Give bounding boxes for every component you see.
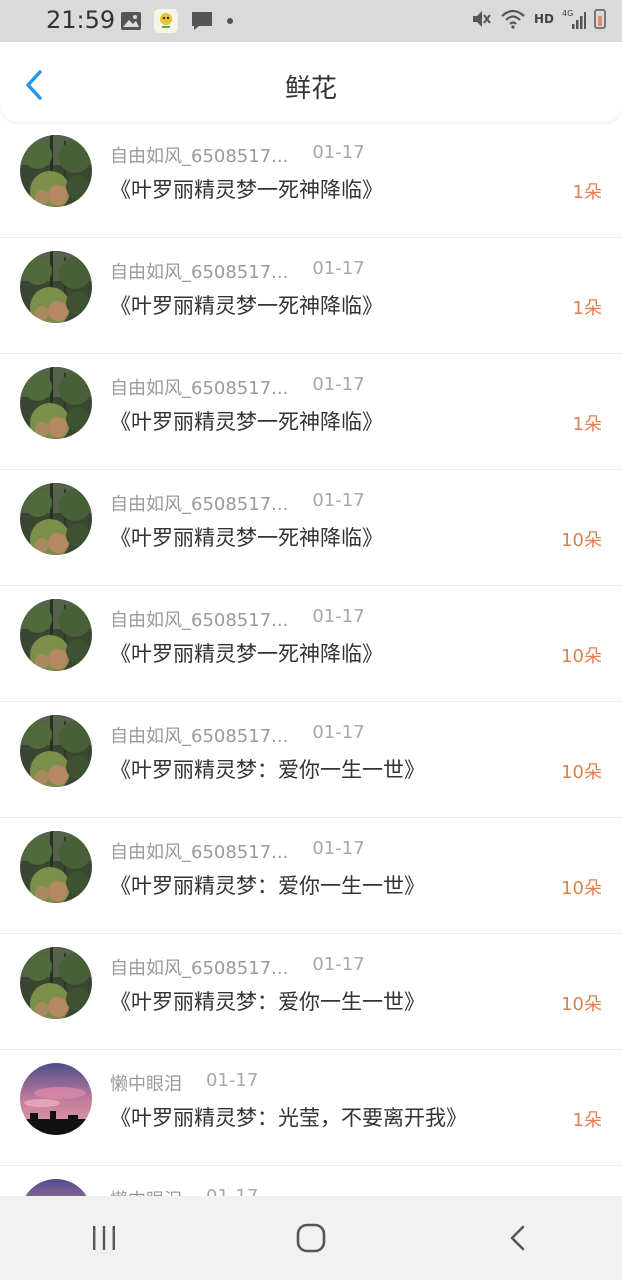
svg-text:4G: 4G <box>562 9 573 18</box>
signal-icon: 4G <box>562 9 586 29</box>
user-name: 自由如风_6508517... <box>110 842 289 863</box>
status-bar: 21:59 HD 4G <box>0 0 622 42</box>
book-title: 《叶罗丽精灵梦一死神降临》 <box>110 642 383 666</box>
flower-count: 10朵 <box>561 646 602 667</box>
gift-date: 01-17 <box>206 1186 258 1196</box>
book-title: 《叶罗丽精灵梦一死神降临》 <box>110 178 383 202</box>
gift-date: 01-17 <box>312 374 365 395</box>
system-back-button[interactable] <box>488 1208 548 1268</box>
book-title: 《叶罗丽精灵梦一死神降临》 <box>110 526 383 550</box>
book-title: 《叶罗丽精灵梦：光莹，不要离开我》 <box>110 1106 467 1130</box>
list-item[interactable]: 懒中眼泪 01-17 《叶罗丽精灵梦：光莹，不要离开我》 1朵 <box>0 1050 622 1166</box>
gift-date: 01-17 <box>206 1070 259 1091</box>
flower-list[interactable]: 自由如风_6508517... 01-17 《叶罗丽精灵梦一死神降临》 1朵 自… <box>0 122 622 1196</box>
home-icon <box>296 1223 326 1253</box>
list-item[interactable]: 自由如风_6508517... 01-17 《叶罗丽精灵梦：爱你一生一世》 10… <box>0 818 622 934</box>
user-name: 自由如风_6508517... <box>110 726 289 747</box>
gift-date: 01-17 <box>312 838 365 859</box>
flower-count: 10朵 <box>561 530 602 551</box>
status-time: 21:59 <box>46 6 116 34</box>
gift-date: 01-17 <box>312 722 365 743</box>
message-icon <box>192 12 212 30</box>
user-name: 自由如风_6508517... <box>110 378 289 399</box>
user-name: 自由如风_6508517... <box>110 494 289 515</box>
chevron-left-icon <box>511 1225 525 1251</box>
list-item[interactable]: 自由如风_6508517... 01-17 《叶罗丽精灵梦一死神降临》 1朵 <box>0 238 622 354</box>
flower-count: 10朵 <box>561 878 602 899</box>
flower-count: 1朵 <box>572 414 602 435</box>
status-right: HD 4G <box>470 8 606 30</box>
user-name: 自由如风_6508517... <box>110 146 289 167</box>
book-title: 《叶罗丽精灵梦：爱你一生一世》 <box>110 874 425 898</box>
forest-avatar[interactable] <box>20 251 92 323</box>
forest-avatar[interactable] <box>20 599 92 671</box>
app-header: 鲜花 <box>0 42 622 122</box>
list-item[interactable]: 懒中眼泪 01-17 <box>0 1166 622 1196</box>
gift-date: 01-17 <box>312 490 365 511</box>
sunset-avatar[interactable] <box>20 1179 92 1196</box>
flower-count: 1朵 <box>572 298 602 319</box>
user-name: 自由如风_6508517... <box>110 610 289 631</box>
sunset-avatar[interactable] <box>20 1063 92 1135</box>
forest-avatar[interactable] <box>20 135 92 207</box>
wifi-icon <box>501 9 525 29</box>
forest-avatar[interactable] <box>20 947 92 1019</box>
gift-date: 01-17 <box>312 954 365 975</box>
user-name: 懒中眼泪 <box>110 1074 182 1095</box>
battery-icon <box>594 9 606 29</box>
forest-avatar[interactable] <box>20 483 92 555</box>
book-title: 《叶罗丽精灵梦：爱你一生一世》 <box>110 990 425 1014</box>
gallery-icon <box>121 12 141 30</box>
forest-avatar[interactable] <box>20 367 92 439</box>
forest-avatar[interactable] <box>20 831 92 903</box>
app-notification-icon <box>154 9 178 33</box>
flower-count: 10朵 <box>561 994 602 1015</box>
hd-indicator: HD <box>533 12 554 26</box>
list-item[interactable]: 自由如风_6508517... 01-17 《叶罗丽精灵梦一死神降临》 10朵 <box>0 586 622 702</box>
list-item[interactable]: 自由如风_6508517... 01-17 《叶罗丽精灵梦一死神降临》 10朵 <box>0 470 622 586</box>
recents-icon <box>92 1226 115 1250</box>
flower-count: 10朵 <box>561 762 602 783</box>
gift-date: 01-17 <box>312 142 365 163</box>
flower-count: 1朵 <box>572 1110 602 1131</box>
list-item[interactable]: 自由如风_6508517... 01-17 《叶罗丽精灵梦：爱你一生一世》 10… <box>0 702 622 818</box>
home-button[interactable] <box>281 1208 341 1268</box>
gift-date: 01-17 <box>312 606 365 627</box>
mute-icon <box>472 11 491 27</box>
more-dot-icon <box>227 18 233 24</box>
page-title: 鲜花 <box>284 74 337 104</box>
book-title: 《叶罗丽精灵梦一死神降临》 <box>110 410 383 434</box>
user-name: 懒中眼泪 <box>110 1186 182 1196</box>
book-title: 《叶罗丽精灵梦一死神降临》 <box>110 294 383 318</box>
system-nav-bar <box>0 1196 622 1280</box>
gift-date: 01-17 <box>312 258 365 279</box>
list-item[interactable]: 自由如风_6508517... 01-17 《叶罗丽精灵梦一死神降临》 1朵 <box>0 122 622 238</box>
flower-count: 1朵 <box>572 182 602 203</box>
user-name: 自由如风_6508517... <box>110 958 289 979</box>
list-item[interactable]: 自由如风_6508517... 01-17 《叶罗丽精灵梦：爱你一生一世》 10… <box>0 934 622 1050</box>
user-name: 自由如风_6508517... <box>110 262 289 283</box>
notification-icons <box>120 9 234 33</box>
forest-avatar[interactable] <box>20 715 92 787</box>
list-item[interactable]: 自由如风_6508517... 01-17 《叶罗丽精灵梦一死神降临》 1朵 <box>0 354 622 470</box>
recents-button[interactable] <box>74 1208 134 1268</box>
book-title: 《叶罗丽精灵梦：爱你一生一世》 <box>110 758 425 782</box>
